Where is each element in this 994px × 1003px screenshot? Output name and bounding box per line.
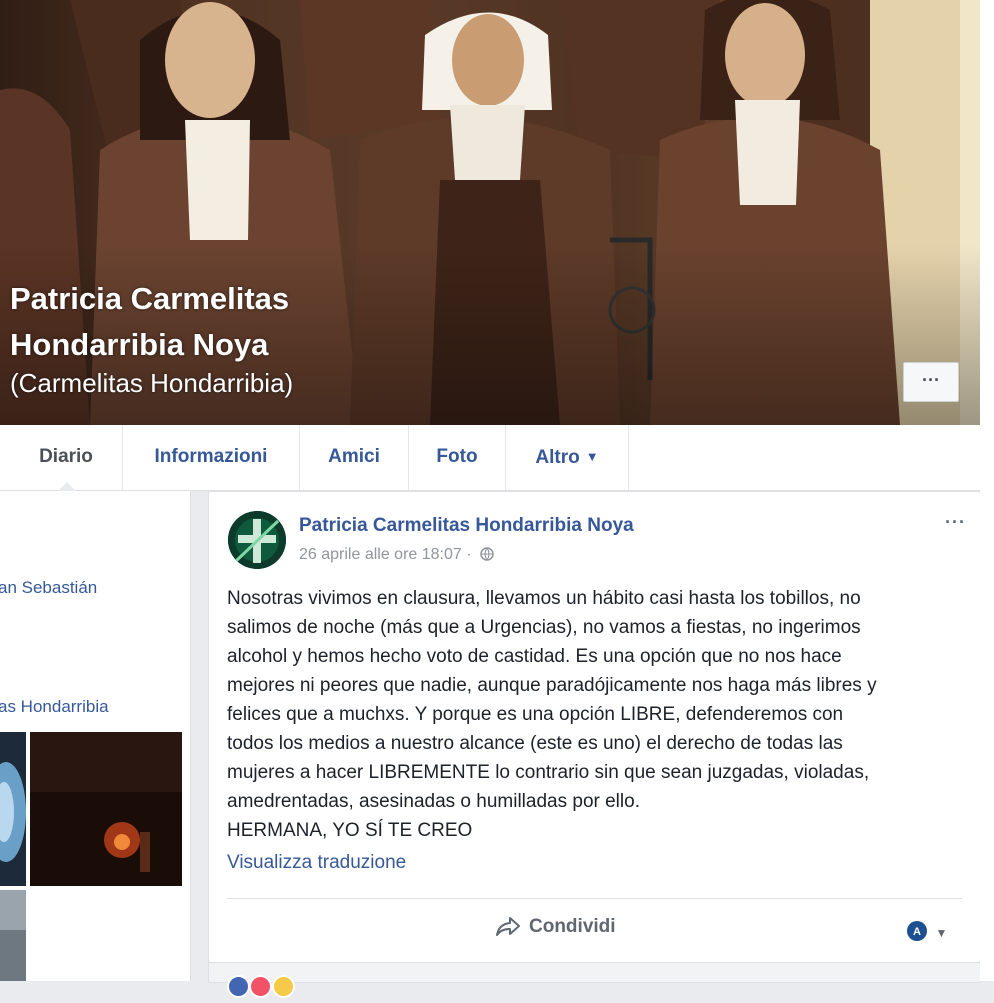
left-sidebar: an Sebastián as Hondarribia [0, 491, 191, 981]
post-author-link[interactable]: Patricia Carmelitas Hondarribia Noya [299, 515, 634, 537]
globe-icon [480, 547, 494, 561]
svg-text:A: A [913, 926, 921, 938]
photo-thumbnail[interactable] [0, 890, 26, 981]
profile-name-line2: Hondarribia Noya [10, 327, 269, 362]
tab-diario[interactable]: Diario [10, 425, 123, 490]
next-post-preview [208, 962, 981, 998]
post-body-line: amedrentadas, asesinadas o humilladas po… [227, 791, 640, 812]
page-avatar[interactable] [228, 511, 286, 569]
related-page-link[interactable]: as Hondarribia [0, 697, 109, 717]
alternate-name: (Carmelitas Hondarribia) [10, 368, 294, 398]
love-reaction-icon [249, 975, 273, 998]
profile-name[interactable]: Patricia Carmelitas Hondarribia Noya [10, 276, 289, 368]
page-avatar-icon: A [907, 921, 927, 941]
see-translation-link[interactable]: Visualizza traduzione [227, 852, 406, 874]
post-body-line: Nosotras vivimos en clausura, llevamos u… [227, 588, 861, 609]
location-link[interactable]: an Sebastián [0, 578, 97, 598]
photo-thumbnail-image [0, 890, 26, 981]
post-body-line: alcohol y hemos hecho voto de castidad. … [227, 646, 842, 667]
like-reaction-icon [227, 975, 250, 998]
photo-thumbnail-image [0, 732, 26, 886]
post-timestamp-text: 26 aprile alle ore 18:07 · [299, 546, 472, 563]
share-button-label: Condividi [529, 916, 616, 937]
carmel-cross-logo-icon [228, 511, 286, 569]
post-options-button[interactable]: ··· [945, 512, 966, 533]
reaction-icons [227, 975, 295, 1003]
caret-down-icon: ▼ [585, 449, 599, 464]
post-body-line: felices que a muchxs. Y porque es una op… [227, 704, 844, 725]
share-button[interactable]: Condividi [495, 915, 616, 938]
caret-down-icon: ▼ [935, 926, 948, 940]
post-body-line: todos los medios a nuestro alcance (este… [227, 733, 843, 754]
profile-tabs: Diario Informazioni Amici Foto Altro ▼ [0, 425, 980, 491]
tab-amici[interactable]: Amici [300, 425, 409, 490]
cover-photo[interactable]: Patricia Carmelitas Hondarribia Noya (Ca… [0, 0, 980, 425]
tab-altro[interactable]: Altro ▼ [506, 425, 629, 490]
page-scrollbar[interactable] [980, 0, 994, 981]
post-timestamp[interactable]: 26 aprile alle ore 18:07 · [299, 546, 494, 564]
photo-thumbnail[interactable] [30, 732, 182, 886]
post-body-line: mejores ni peores que nadie, aunque para… [227, 675, 877, 696]
profile-name-line1: Patricia Carmelitas [10, 281, 290, 316]
post-card: Patricia Carmelitas Hondarribia Noya 26 … [208, 491, 981, 963]
tab-informazioni[interactable]: Informazioni [123, 425, 300, 490]
active-tab-indicator [58, 482, 76, 491]
haha-reaction-icon [271, 975, 295, 998]
photo-thumbnail[interactable] [0, 732, 26, 886]
post-as-selector[interactable]: A ▼ [906, 920, 947, 942]
cover-more-button[interactable]: ··· [903, 362, 959, 402]
share-arrow-icon [496, 917, 520, 936]
post-divider [227, 898, 962, 899]
photo-thumbnail-image [30, 732, 182, 886]
tab-altro-label: Altro [535, 447, 580, 468]
post-body-line: salimos de noche (más que a Urgencias), … [227, 617, 861, 638]
tab-foto[interactable]: Foto [409, 425, 506, 490]
post-body: Nosotras vivimos en clausura, llevamos u… [227, 584, 962, 845]
post-body-line: HERMANA, YO SÍ TE CREO [227, 820, 473, 841]
post-body-line: mujeres a hacer LIBREMENTE lo contrario … [227, 762, 870, 783]
